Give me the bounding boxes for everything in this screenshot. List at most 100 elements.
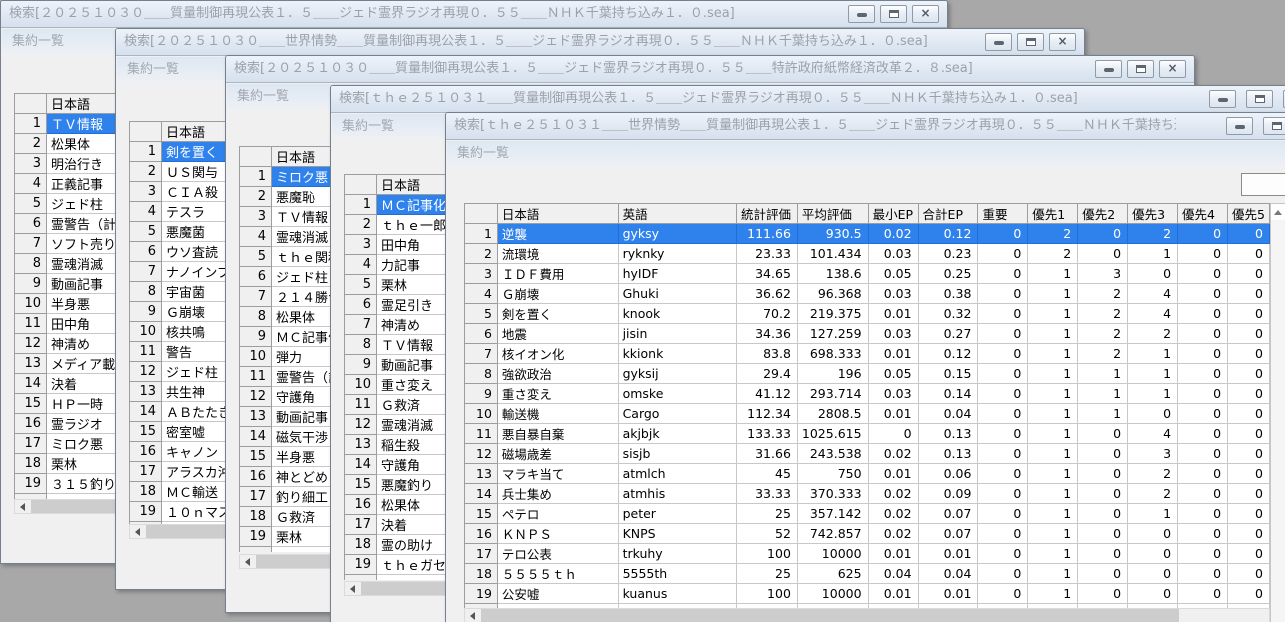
table-row[interactable]: 10 輸送機 Cargo 112.34 2808.5 0.01 0.04 0 1 1 0 0 0 xyxy=(464,403,1270,424)
cell[interactable]: Ｇ崩壊 xyxy=(496,283,619,304)
cell[interactable]: 0 xyxy=(1227,283,1270,304)
cell[interactable]: 0.13 xyxy=(917,443,979,464)
row-number-cell[interactable]: 14 xyxy=(464,483,498,504)
cell[interactable]: 750 xyxy=(796,463,869,484)
row-number-cell[interactable]: 7 xyxy=(14,233,47,254)
row-number-cell[interactable]: 18 xyxy=(464,563,498,584)
cell[interactable]: 2 xyxy=(1127,323,1179,344)
cell[interactable]: 83.8 xyxy=(735,343,798,364)
cell[interactable]: 3 xyxy=(1077,263,1129,284)
row-number-cell[interactable]: 5 xyxy=(129,221,162,242)
column-header[interactable]: 優先1 xyxy=(1027,203,1079,224)
cell[interactable]: 1 xyxy=(1127,383,1179,404)
cell[interactable]: 0 xyxy=(977,403,1029,424)
row-number-cell[interactable]: 19 xyxy=(464,583,498,604)
cell[interactable]: gyksij xyxy=(617,363,737,384)
cell[interactable]: ペテロ xyxy=(496,503,619,524)
row-number-cell[interactable]: 19 xyxy=(344,554,377,575)
minimize-button[interactable] xyxy=(848,5,875,23)
cell[interactable]: 1 xyxy=(1027,483,1079,504)
cell[interactable]: 23.33 xyxy=(735,243,798,264)
horizontal-scrollbar[interactable] xyxy=(464,608,1270,622)
cell[interactable]: 0.27 xyxy=(917,323,979,344)
cell[interactable]: 0.01 xyxy=(867,403,919,424)
cell[interactable]: 0.02 xyxy=(867,223,919,244)
row-number-cell[interactable]: 4 xyxy=(14,173,47,194)
cell[interactable]: 2 xyxy=(1127,483,1179,504)
cell[interactable]: 1 xyxy=(1027,303,1079,324)
cell[interactable]: 133.33 xyxy=(735,423,798,444)
cell[interactable]: 1 xyxy=(1027,343,1079,364)
titlebar[interactable]: 検索[ｔｈｅ２５１０３１＿＿世界情勢＿＿質量制御再現公表１．５＿＿ジェド霊界ラジ… xyxy=(446,113,1285,140)
cell[interactable]: 0 xyxy=(1227,343,1270,364)
row-number-cell[interactable]: 9 xyxy=(344,354,377,375)
cell[interactable]: 0 xyxy=(1227,583,1270,604)
maximize-button[interactable] xyxy=(1263,117,1285,135)
cell[interactable]: 0.01 xyxy=(917,583,979,604)
cell[interactable]: 0.05 xyxy=(867,263,919,284)
cell[interactable]: 0 xyxy=(1227,403,1270,424)
cell[interactable]: 0 xyxy=(977,263,1029,284)
cell[interactable]: 0 xyxy=(1227,443,1270,464)
cell[interactable]: 0 xyxy=(1177,383,1229,404)
row-number-cell[interactable]: 16 xyxy=(129,441,162,462)
cell[interactable]: 0 xyxy=(1127,583,1179,604)
cell[interactable]: 0 xyxy=(1077,543,1129,564)
cell[interactable]: 0.03 xyxy=(867,323,919,344)
cell[interactable]: omske xyxy=(617,383,737,404)
cell[interactable]: 0.04 xyxy=(917,403,979,424)
cell[interactable]: 0 xyxy=(1077,443,1129,464)
cell[interactable]: 2 xyxy=(1077,323,1129,344)
cell[interactable]: 2 xyxy=(1077,343,1129,364)
row-number-cell[interactable]: 19 xyxy=(239,526,272,547)
cell[interactable]: 930.5 xyxy=(796,223,869,244)
cell[interactable]: 0 xyxy=(977,443,1029,464)
cell[interactable]: 0 xyxy=(1227,563,1270,584)
cell[interactable]: 10000 xyxy=(796,583,869,604)
row-number-cell[interactable]: 10 xyxy=(239,346,272,367)
cell[interactable]: hyIDF xyxy=(617,263,737,284)
cell[interactable]: 0.01 xyxy=(867,463,919,484)
cell[interactable]: 0 xyxy=(1177,263,1229,284)
table-row[interactable]: 19 公安嘘 kuanus 100 10000 0.01 0.01 0 1 0 0 0 0 xyxy=(464,583,1270,604)
titlebar[interactable]: 検索[ｔｈｅ２５１０３１＿＿質量制御再現公表１．５＿＿ジェド霊界ラジオ再現０．５… xyxy=(331,86,1285,113)
table-row[interactable]: 6 地震 jisin 34.36 127.259 0.03 0.27 0 1 2 2 0 0 xyxy=(464,323,1270,344)
row-number-cell[interactable]: 7 xyxy=(344,314,377,335)
row-number-cell[interactable]: 2 xyxy=(464,243,498,264)
cell[interactable]: 0 xyxy=(1177,303,1229,324)
cell[interactable]: 2 xyxy=(1127,223,1179,244)
row-number-cell[interactable]: 15 xyxy=(464,503,498,524)
cell[interactable]: 1025.615 xyxy=(796,423,869,444)
cell[interactable]: 0 xyxy=(1077,563,1129,584)
cell[interactable]: 公安嘘 xyxy=(496,583,619,604)
cell[interactable]: テロ公表 xyxy=(496,543,619,564)
cell[interactable]: 0 xyxy=(1077,243,1129,264)
row-number-cell[interactable]: 10 xyxy=(129,321,162,342)
scroll-left-icon[interactable] xyxy=(130,525,146,538)
cell[interactable]: 219.375 xyxy=(796,303,869,324)
scroll-left-icon[interactable] xyxy=(345,582,361,595)
row-number-cell[interactable]: 12 xyxy=(129,361,162,382)
cell[interactable]: 0 xyxy=(1227,383,1270,404)
table-row[interactable]: 2 流環境 ryknky 23.33 101.434 0.03 0.23 0 2 0 1 0 0 xyxy=(464,243,1270,264)
column-header[interactable]: 優先3 xyxy=(1127,203,1179,224)
cell[interactable]: 0.32 xyxy=(917,303,979,324)
cell[interactable]: 1 xyxy=(1027,383,1079,404)
table-row[interactable]: 15 ペテロ peter 25 357.142 0.02 0.07 0 1 0 1 0 0 xyxy=(464,503,1270,524)
row-number-cell[interactable]: 13 xyxy=(464,463,498,484)
row-number-cell[interactable]: 19 xyxy=(14,473,47,494)
row-number-cell[interactable]: 14 xyxy=(14,373,47,394)
row-number-cell[interactable]: 16 xyxy=(464,523,498,544)
cell[interactable]: 0.01 xyxy=(867,343,919,364)
table-row[interactable]: 13 マラキ当て atmlch 45 750 0.01 0.06 0 1 0 2 0 0 xyxy=(464,463,1270,484)
cell[interactable]: 0 xyxy=(1177,523,1229,544)
table-row[interactable]: 3 ＩＤＦ費用 hyIDF 34.65 138.6 0.05 0.25 0 1 3 0 0 0 xyxy=(464,263,1270,284)
close-button[interactable]: × xyxy=(1159,60,1186,78)
cell[interactable]: 1 xyxy=(1027,543,1079,564)
row-number-cell[interactable]: 3 xyxy=(344,234,377,255)
cell[interactable]: 0 xyxy=(977,463,1029,484)
scroll-left-icon[interactable] xyxy=(15,500,31,513)
row-number-cell[interactable]: 6 xyxy=(129,241,162,262)
row-number-cell[interactable]: 17 xyxy=(14,433,47,454)
row-number-cell[interactable]: 16 xyxy=(239,466,272,487)
